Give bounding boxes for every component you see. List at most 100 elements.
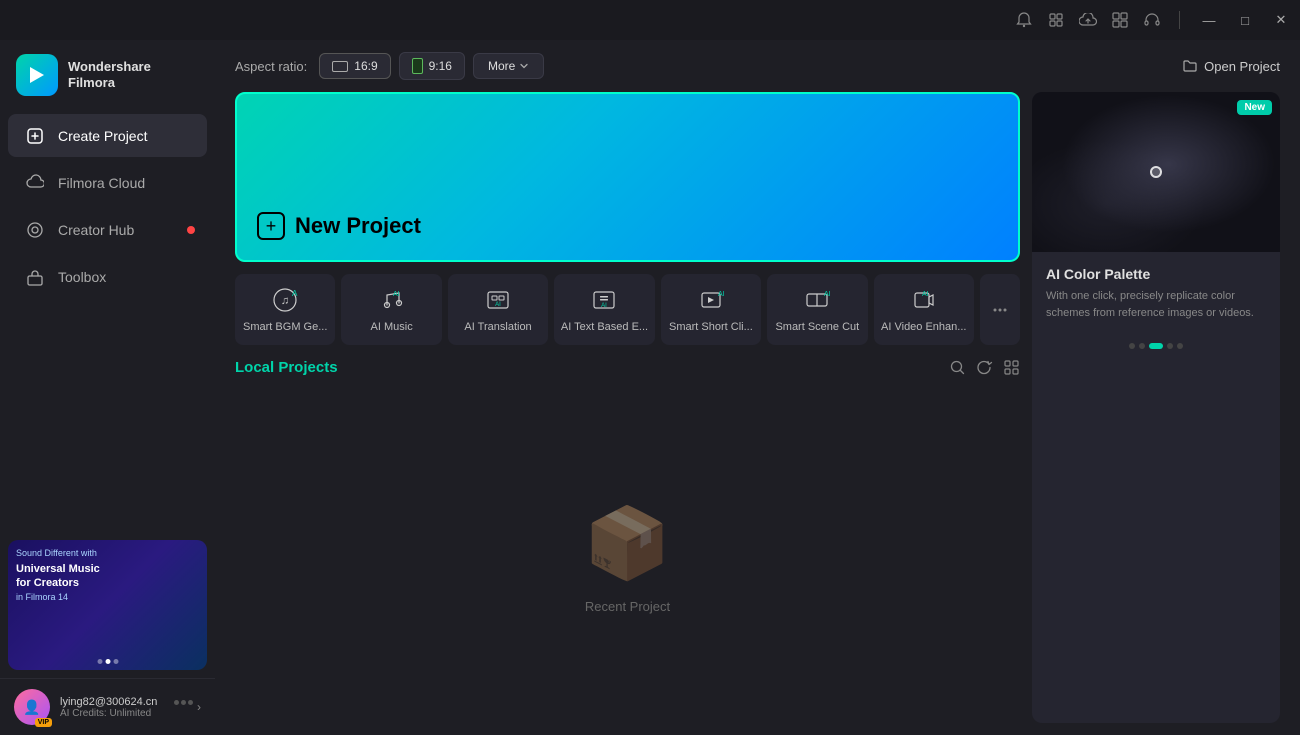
headphones-icon[interactable] (1143, 11, 1161, 29)
ai-tools-row: ♫ AI Smart BGM Ge... AI (235, 274, 1020, 345)
open-project-label: Open Project (1204, 59, 1280, 74)
local-projects-header: Local Projects (235, 357, 1020, 377)
ai-palette-desc: With one click, precisely replicate colo… (1046, 288, 1266, 321)
sidebar-item-filmora-cloud[interactable]: Filmora Cloud (8, 161, 207, 204)
sidebar-bottom: Sound Different with Universal Music for… (0, 532, 215, 735)
ai-translation-label: AI Translation (454, 321, 542, 333)
ai-tool-ai-music[interactable]: AI AI Music (341, 274, 441, 345)
minimize-button[interactable]: — (1198, 9, 1220, 31)
ai-tool-ai-text-based[interactable]: AI AI Text Based E... (554, 274, 654, 345)
smart-bgm-icon: ♫ AI (272, 286, 298, 313)
ellipsis-icon (991, 301, 1009, 319)
ai-tools-more-button[interactable] (980, 274, 1020, 345)
left-panel: + New Project ♫ AI Sm (235, 92, 1020, 723)
svg-text:♫: ♫ (281, 295, 289, 307)
user-chevron: › (197, 700, 201, 714)
open-project-button[interactable]: Open Project (1182, 58, 1280, 74)
user-email: lying82@300624.cn (60, 696, 164, 708)
smart-bgm-label: Smart BGM Ge... (241, 321, 329, 333)
ai-tool-smart-scene-cut[interactable]: AI Smart Scene Cut (767, 274, 867, 345)
promo-banner[interactable]: Sound Different with Universal Music for… (8, 540, 207, 670)
carousel-dots (1032, 335, 1280, 357)
chevron-down-icon (519, 61, 529, 71)
close-button[interactable]: ✕ (1270, 9, 1292, 31)
local-projects-actions (949, 357, 1020, 377)
ai-palette-title: AI Color Palette (1046, 266, 1266, 282)
content-body: + New Project ♫ AI Sm (215, 92, 1300, 735)
ai-translation-icon: AI (485, 286, 511, 313)
ai-palette-card[interactable]: New AI Color Palette With one click, pre… (1032, 92, 1280, 723)
aspect-9-16-label: 9:16 (429, 59, 452, 73)
user-info: lying82@300624.cn AI Credits: Unlimited (60, 696, 164, 719)
right-panel: New AI Color Palette With one click, pre… (1032, 92, 1280, 723)
creator-hub-notification-dot (187, 226, 195, 234)
carousel-dot-2[interactable] (1139, 343, 1145, 349)
creator-hub-icon (24, 219, 46, 240)
new-project-plus-icon: + (257, 212, 285, 240)
sidebar: Wondershare Filmora Create Project Filmo… (0, 40, 215, 735)
filmora-cloud-icon (24, 172, 46, 193)
folder-icon (1182, 58, 1198, 74)
smart-short-icon: AI (698, 286, 724, 313)
svg-text:AI: AI (495, 302, 501, 308)
sidebar-item-create-project[interactable]: Create Project (8, 114, 207, 157)
refresh-icon[interactable] (976, 357, 993, 377)
svg-text:AI: AI (602, 303, 608, 309)
titlebar-divider (1179, 11, 1180, 29)
empty-projects-label: Recent Project (585, 599, 670, 614)
svg-text:AI: AI (718, 291, 724, 298)
app-logo (16, 54, 58, 96)
logo-area: Wondershare Filmora (0, 44, 215, 112)
user-area[interactable]: 👤 VIP lying82@300624.cn AI Credits: Unli… (0, 678, 215, 735)
sidebar-toolbox-label: Toolbox (58, 269, 106, 285)
new-project-card[interactable]: + New Project (235, 92, 1020, 262)
content-area: Aspect ratio: 16:9 9:16 More (215, 40, 1300, 735)
sidebar-item-toolbox[interactable]: Toolbox (8, 255, 207, 298)
aspect-ratio-group: Aspect ratio: 16:9 9:16 More (235, 52, 544, 80)
promo-content: Sound Different with Universal Music for… (16, 548, 199, 604)
promo-carousel-dots (97, 659, 118, 664)
account-icon[interactable] (1047, 11, 1065, 29)
grid-icon[interactable] (1111, 11, 1129, 29)
carousel-dot-3[interactable] (1149, 343, 1163, 349)
aspect-label: Aspect ratio: (235, 59, 307, 74)
ai-tool-ai-translation[interactable]: AI AI Translation (448, 274, 548, 345)
toolbox-icon (24, 266, 46, 287)
aspect-9-16-icon (412, 58, 423, 74)
ai-text-based-label: AI Text Based E... (560, 321, 648, 333)
carousel-dot-4[interactable] (1167, 343, 1173, 349)
aspect-16-9-button[interactable]: 16:9 (319, 53, 390, 79)
sidebar-create-project-label: Create Project (58, 128, 147, 144)
local-projects-title: Local Projects (235, 359, 338, 376)
smart-scene-cut-icon: AI (804, 286, 830, 313)
more-button[interactable]: More (473, 53, 544, 79)
svg-text:AI: AI (393, 291, 400, 298)
ai-tool-smart-short[interactable]: AI Smart Short Cli... (661, 274, 761, 345)
promo-dot-2 (105, 659, 110, 664)
carousel-dot-1[interactable] (1129, 343, 1135, 349)
grid-list-toggle-icon[interactable] (1003, 357, 1020, 377)
ai-tool-smart-bgm[interactable]: ♫ AI Smart BGM Ge... (235, 274, 335, 345)
ai-text-based-icon: AI (591, 286, 617, 313)
cloud-icon[interactable] (1079, 11, 1097, 29)
ai-tool-ai-video-enhance[interactable]: AI AI Video Enhan... (874, 274, 974, 345)
main-layout: Wondershare Filmora Create Project Filmo… (0, 40, 1300, 735)
carousel-dot-5[interactable] (1177, 343, 1183, 349)
search-icon[interactable] (949, 357, 966, 377)
new-badge: New (1237, 100, 1272, 115)
empty-box-illustration: 📦 (584, 503, 671, 585)
new-project-inner: + New Project (257, 212, 421, 240)
ai-palette-preview-inner (1032, 92, 1280, 252)
smart-short-label: Smart Short Cli... (667, 321, 755, 333)
aspect-16-9-icon (332, 61, 348, 72)
titlebar-icons: — □ ✕ (1015, 9, 1292, 31)
app-name: Wondershare Filmora (68, 59, 151, 90)
maximize-button[interactable]: □ (1234, 9, 1256, 31)
new-project-label: New Project (295, 213, 421, 239)
aspect-9-16-button[interactable]: 9:16 (399, 52, 465, 80)
topbar: Aspect ratio: 16:9 9:16 More (215, 40, 1300, 92)
sidebar-item-creator-hub[interactable]: Creator Hub (8, 208, 207, 251)
notification-icon[interactable] (1015, 11, 1033, 29)
promo-dot-1 (97, 659, 102, 664)
titlebar: — □ ✕ (0, 0, 1300, 40)
